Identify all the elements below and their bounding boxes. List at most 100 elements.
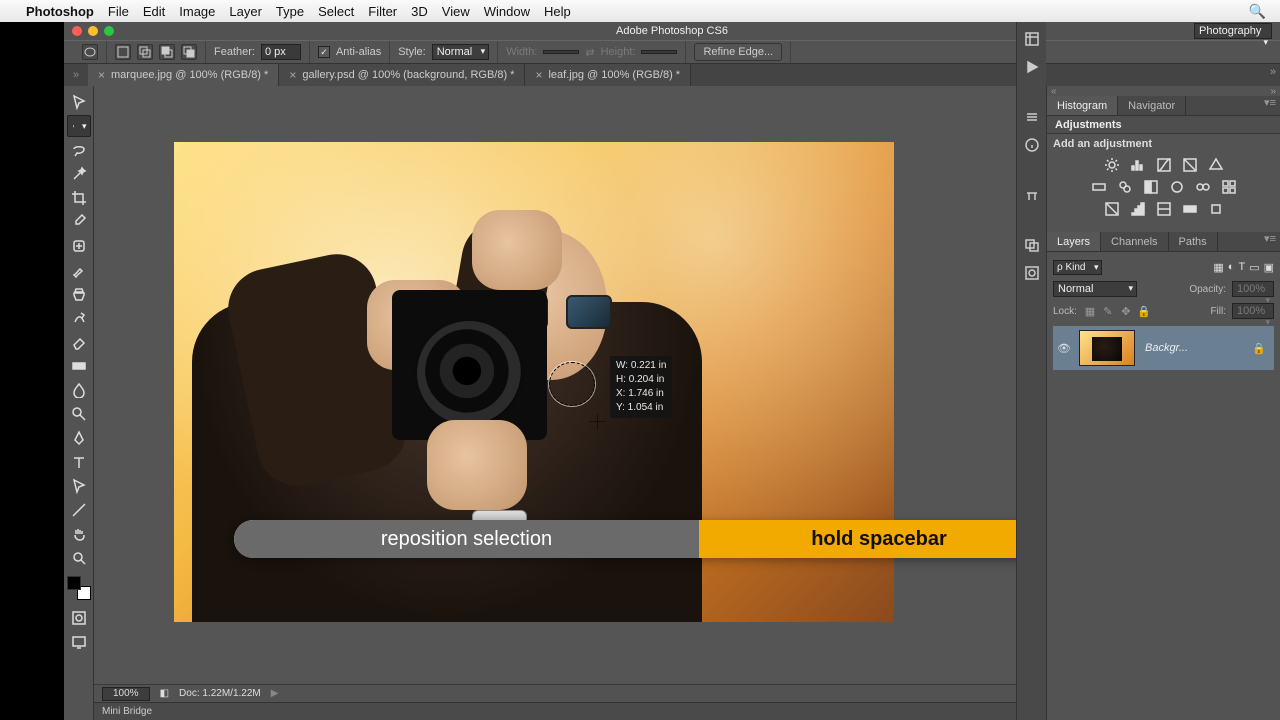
lock-position-icon[interactable]: ✥: [1119, 304, 1133, 318]
style-select[interactable]: Normal: [432, 44, 489, 60]
gradient-map-icon[interactable]: [1181, 200, 1199, 218]
add-selection-button[interactable]: [137, 44, 153, 60]
panel-menu-icon[interactable]: ▾≡: [1264, 96, 1280, 115]
status-picker-icon[interactable]: ◧: [160, 688, 169, 699]
subtract-selection-button[interactable]: [159, 44, 175, 60]
lock-transparent-icon[interactable]: ▦: [1083, 304, 1097, 318]
path-selection-tool[interactable]: [67, 475, 91, 497]
fill-input[interactable]: 100%: [1232, 303, 1274, 319]
invert-icon[interactable]: [1103, 200, 1121, 218]
refine-edge-button[interactable]: Refine Edge...: [694, 43, 782, 61]
character-panel-icon[interactable]: [1021, 184, 1043, 206]
healing-brush-tool[interactable]: [67, 235, 91, 257]
lock-all-icon[interactable]: 🔒: [1137, 304, 1151, 318]
properties-panel-icon[interactable]: [1021, 106, 1043, 128]
channel-mixer-icon[interactable]: [1194, 178, 1212, 196]
minimize-window-button[interactable]: [88, 26, 98, 36]
exposure-icon[interactable]: [1181, 156, 1199, 174]
info-panel-icon[interactable]: [1021, 134, 1043, 156]
crop-tool[interactable]: [67, 187, 91, 209]
zoom-level[interactable]: 100%: [102, 687, 150, 701]
vibrance-icon[interactable]: [1207, 156, 1225, 174]
panel-menu-icon[interactable]: ▾≡: [1264, 232, 1280, 251]
tab-gallery[interactable]: ×gallery.psd @ 100% (background, RGB/8) …: [279, 64, 525, 86]
layer-thumbnail[interactable]: [1079, 330, 1135, 366]
clone-stamp-tool[interactable]: [67, 283, 91, 305]
elliptical-marquee-tool[interactable]: [67, 115, 91, 137]
quick-mask-toggle[interactable]: [67, 607, 91, 629]
tool-preset-picker[interactable]: [82, 44, 98, 60]
tab-layers[interactable]: Layers: [1047, 232, 1101, 251]
visibility-toggle-icon[interactable]: 👁: [1053, 342, 1075, 355]
close-window-button[interactable]: [72, 26, 82, 36]
tab-channels[interactable]: Channels: [1101, 232, 1168, 251]
tab-grabber-icon[interactable]: »: [64, 64, 88, 86]
close-tab-icon[interactable]: ×: [289, 68, 296, 82]
selective-color-icon[interactable]: [1207, 200, 1225, 218]
move-tool[interactable]: [67, 91, 91, 113]
menu-filter[interactable]: Filter: [368, 4, 397, 19]
close-tab-icon[interactable]: ×: [535, 68, 542, 82]
workspace-select[interactable]: Photography: [1194, 23, 1272, 39]
history-panel-icon[interactable]: [1021, 28, 1043, 50]
eyedropper-tool[interactable]: [67, 211, 91, 233]
type-tool[interactable]: [67, 451, 91, 473]
layer-name[interactable]: Backgr...: [1145, 342, 1188, 354]
mini-bridge-bar[interactable]: Mini Bridge: [94, 702, 1046, 720]
actions-panel-icon[interactable]: [1021, 56, 1043, 78]
menu-window[interactable]: Window: [484, 4, 530, 19]
intersect-selection-button[interactable]: [181, 44, 197, 60]
color-balance-icon[interactable]: [1116, 178, 1134, 196]
lock-paint-icon[interactable]: ✎: [1101, 304, 1115, 318]
layer-filter-select[interactable]: ρ Kind: [1053, 260, 1102, 275]
gradient-tool[interactable]: [67, 355, 91, 377]
pen-tool[interactable]: [67, 427, 91, 449]
threshold-icon[interactable]: [1155, 200, 1173, 218]
posterize-icon[interactable]: [1129, 200, 1147, 218]
menu-edit[interactable]: Edit: [143, 4, 165, 19]
tab-paths[interactable]: Paths: [1169, 232, 1218, 251]
zoom-tool[interactable]: [67, 547, 91, 569]
color-lookup-icon[interactable]: [1220, 178, 1238, 196]
tab-navigator[interactable]: Navigator: [1118, 96, 1186, 115]
brush-tool[interactable]: [67, 259, 91, 281]
menu-view[interactable]: View: [442, 4, 470, 19]
zoom-window-button[interactable]: [104, 26, 114, 36]
foreground-background-color[interactable]: [67, 576, 91, 600]
filter-adjust-icon[interactable]: ◐: [1228, 261, 1235, 274]
menu-layer[interactable]: Layer: [229, 4, 262, 19]
tabs-expand-icon[interactable]: »: [1270, 66, 1276, 78]
menu-image[interactable]: Image: [179, 4, 215, 19]
filter-pixel-icon[interactable]: ▦: [1213, 261, 1223, 274]
document-canvas[interactable]: W: 0.221 in H: 0.204 in X: 1.746 in Y: 1…: [174, 142, 894, 622]
menu-help[interactable]: Help: [544, 4, 571, 19]
lasso-tool[interactable]: [67, 139, 91, 161]
status-arrow-icon[interactable]: ▶: [271, 688, 279, 699]
eraser-tool[interactable]: [67, 331, 91, 353]
elliptical-selection[interactable]: [549, 362, 595, 406]
app-name[interactable]: Photoshop: [26, 4, 94, 19]
blur-tool[interactable]: [67, 379, 91, 401]
hue-icon[interactable]: [1090, 178, 1108, 196]
adjustments-header[interactable]: Adjustments: [1047, 116, 1280, 134]
menu-file[interactable]: File: [108, 4, 129, 19]
close-tab-icon[interactable]: ×: [98, 68, 105, 82]
collapse-right-icon[interactable]: »: [1270, 86, 1276, 96]
brightness-icon[interactable]: [1103, 156, 1121, 174]
filter-shape-icon[interactable]: ▭: [1249, 261, 1259, 274]
filter-smart-icon[interactable]: ▣: [1264, 261, 1274, 274]
collapse-left-icon[interactable]: «: [1051, 86, 1057, 96]
antialias-checkbox[interactable]: ✓: [318, 46, 330, 58]
spotlight-icon[interactable]: 🔍: [1249, 3, 1266, 20]
menu-select[interactable]: Select: [318, 4, 354, 19]
clone-panel-icon[interactable]: [1021, 234, 1043, 256]
new-selection-button[interactable]: [115, 44, 131, 60]
screen-mode-toggle[interactable]: [67, 631, 91, 653]
tab-leaf[interactable]: ×leaf.jpg @ 100% (RGB/8) *: [525, 64, 691, 86]
layer-row-background[interactable]: 👁 Backgr... 🔒: [1053, 326, 1274, 370]
tab-marquee[interactable]: ×marquee.jpg @ 100% (RGB/8) *: [88, 64, 279, 86]
menu-type[interactable]: Type: [276, 4, 304, 19]
line-tool[interactable]: [67, 499, 91, 521]
bw-icon[interactable]: [1142, 178, 1160, 196]
dodge-tool[interactable]: [67, 403, 91, 425]
